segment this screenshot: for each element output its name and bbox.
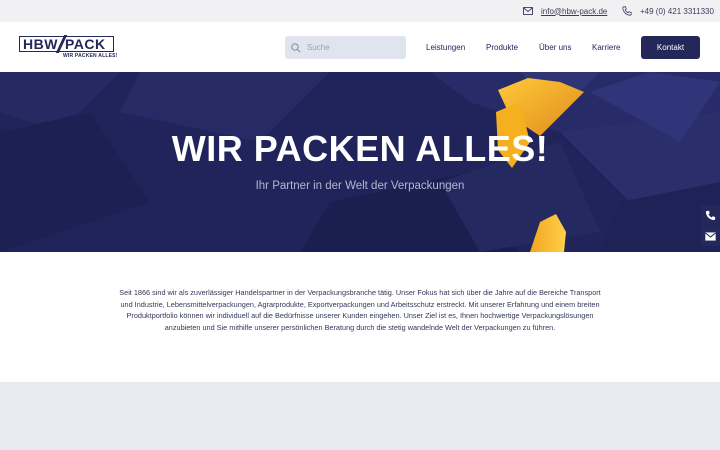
topbar-email[interactable]: info@hbw-pack.de — [541, 7, 607, 16]
logo[interactable]: HBW PACK WIR PACKEN ALLES! — [19, 35, 117, 60]
phone-icon — [622, 6, 632, 16]
logo-tagline: WIR PACKEN ALLES! — [63, 53, 118, 59]
search-icon — [291, 42, 301, 53]
intro-paragraph: Seit 1866 sind wir als zuverlässiger Han… — [119, 288, 601, 332]
logo-brand-left: HBW — [23, 36, 58, 52]
next-section-band — [0, 382, 720, 450]
hero-subtitle: Ihr Partner in der Welt der Verpackungen — [255, 180, 465, 192]
phone-icon — [705, 210, 716, 220]
nav-item-leistungen[interactable]: Leistungen — [426, 36, 465, 59]
mail-icon — [705, 231, 716, 241]
side-phone-button[interactable] — [701, 205, 720, 225]
side-mail-button[interactable] — [701, 226, 720, 246]
logo-brand-right: PACK — [64, 36, 106, 52]
contact-button[interactable]: Kontakt — [641, 36, 700, 59]
hero-banner: WIR PACKEN ALLES! Ihr Partner in der Wel… — [0, 72, 720, 252]
search-input[interactable] — [307, 43, 397, 52]
mail-icon — [523, 7, 533, 15]
topbar-phone-link[interactable]: +49 (0) 421 3311330 — [622, 0, 714, 22]
topbar-phone[interactable]: +49 (0) 421 3311330 — [640, 7, 714, 16]
hero-title: WIR PACKEN ALLES! — [171, 128, 549, 169]
nav-item-produkte[interactable]: Produkte — [486, 36, 518, 59]
nav-item-karriere[interactable]: Karriere — [592, 36, 620, 59]
nav-item-ueber-uns[interactable]: Über uns — [539, 36, 571, 59]
topbar-email-link[interactable]: info@hbw-pack.de — [523, 0, 607, 22]
search-box[interactable] — [285, 36, 406, 59]
logo-wordmark: HBW PACK — [19, 35, 114, 53]
header: HBW PACK WIR PACKEN ALLES! Leistungen Pr… — [0, 22, 720, 72]
topbar: info@hbw-pack.de +49 (0) 421 3311330 — [0, 0, 720, 22]
